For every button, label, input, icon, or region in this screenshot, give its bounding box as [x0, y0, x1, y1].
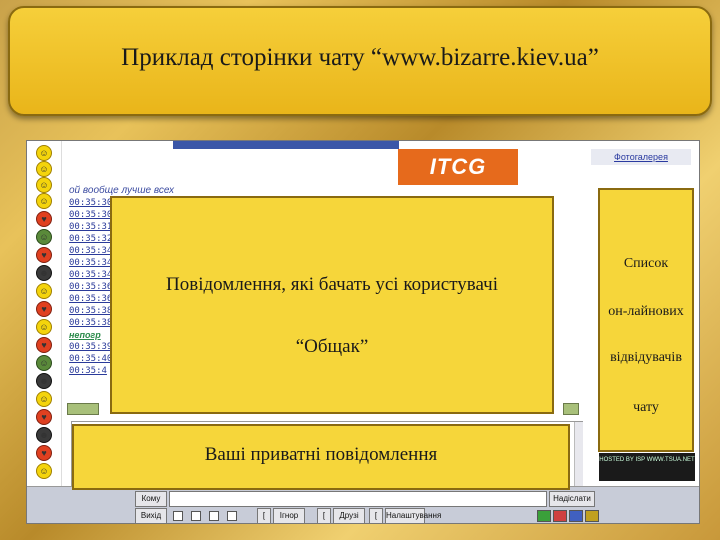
ad-banner[interactable] [67, 403, 99, 415]
itcg-logo[interactable]: ITCG [398, 149, 518, 185]
public-messages-label: Повідомлення, які бачать усі користувачі [166, 274, 498, 295]
timestamp[interactable]: 00:35:30 [69, 209, 112, 221]
format-button[interactable]: [ [369, 508, 383, 523]
option-checkbox[interactable] [209, 511, 219, 521]
online-users-callout: Список он-лайнових відвідувачів чату [598, 188, 694, 452]
smiley-icon[interactable]: ☺ [36, 161, 52, 177]
ignore-button[interactable]: Ігнор [273, 508, 305, 523]
timestamp[interactable]: 00:35:38 [69, 317, 112, 329]
top-banner-strip [173, 141, 399, 149]
color-swatch[interactable] [553, 510, 567, 522]
option-checkbox[interactable] [227, 511, 237, 521]
chat-nickname[interactable]: непогр [69, 329, 112, 341]
timestamp[interactable]: 00:35:31 [69, 221, 112, 233]
smiley-icon[interactable]: ☺ [36, 145, 52, 161]
option-checkbox[interactable] [191, 511, 201, 521]
timestamp[interactable]: 00:35:4 [69, 365, 112, 377]
slide-title: Приклад сторінки чату “www.bizarre.kiev.… [121, 44, 599, 71]
slide-title-banner: Приклад сторінки чату “www.bizarre.kiev.… [8, 6, 712, 116]
smiley-icon[interactable]: ♥ [36, 247, 52, 263]
timestamp[interactable]: 00:35:34 [69, 245, 112, 257]
exit-button[interactable]: Вихід [135, 508, 167, 523]
friends-button[interactable]: Друзі [333, 508, 365, 523]
format-button[interactable]: [ [257, 508, 271, 523]
timestamp[interactable]: 00:35:30 [69, 197, 112, 209]
online-list-line: відвідувачів [610, 350, 682, 365]
message-input[interactable] [169, 491, 547, 507]
timestamp[interactable]: 00:35:36 [69, 281, 112, 293]
smiley-icon[interactable]: ♥ [36, 211, 52, 227]
online-list-line: он-лайнових [608, 304, 684, 319]
color-swatch[interactable] [585, 510, 599, 522]
smiley-icon[interactable]: ♥ [36, 301, 52, 317]
smiley-icon[interactable]: ♥ [36, 445, 52, 461]
private-messages-callout: Ваші приватні повідомлення [72, 424, 570, 490]
format-button[interactable]: [ [317, 508, 331, 523]
smiley-icon[interactable]: ♥ [36, 409, 52, 425]
public-messages-callout: Повідомлення, які бачать усі користувачі… [110, 196, 554, 414]
smiley-icon[interactable]: ☻ [36, 265, 52, 281]
private-scrollbar[interactable] [574, 422, 583, 486]
timestamp[interactable]: 00:35:34 [69, 269, 112, 281]
to-recipient-button[interactable]: Кому [135, 491, 167, 507]
timestamp[interactable]: 00:35:40 [69, 353, 112, 365]
timestamp[interactable]: 00:35:36 [69, 293, 112, 305]
chat-message: ой вообще лучше всех [69, 185, 174, 196]
timestamp[interactable]: 00:35:32 [69, 233, 112, 245]
send-button[interactable]: Надіслати [549, 491, 595, 507]
smiley-icon[interactable]: ☺ [36, 355, 52, 371]
smiley-panel: ☺ ☺ ☺ ☺ ♥ ☺ ♥ ☻ ☺ ♥ ☺ ♥ ☺ ☻ ☺ ♥ ☻ ♥ ☺ [27, 141, 62, 486]
timestamp[interactable]: 00:35:38 [69, 305, 112, 317]
smiley-icon[interactable]: ☻ [36, 373, 52, 389]
online-list-line: чату [633, 400, 659, 415]
smiley-icon[interactable]: ☺ [36, 229, 52, 245]
smiley-icon[interactable]: ☺ [36, 177, 52, 193]
common-chat-label: “Общак” [295, 336, 369, 357]
photo-gallery-link[interactable]: Фотогалерея [591, 149, 691, 165]
private-messages-label: Ваші приватні повідомлення [204, 444, 438, 465]
bottom-toolbar: Кому Надіслати Вихід [ Ігнор [ Друзі [ Н… [27, 486, 699, 523]
smiley-icon[interactable]: ☺ [36, 391, 52, 407]
smiley-icon[interactable]: ☺ [36, 319, 52, 335]
timestamp[interactable]: 00:35:34 [69, 257, 112, 269]
option-checkbox[interactable] [173, 511, 183, 521]
settings-button[interactable]: Налаштування [385, 508, 441, 523]
timestamp-list: 00:35:30 00:35:30 00:35:31 00:35:32 00:3… [69, 197, 112, 377]
online-list-line: Список [623, 256, 669, 271]
smiley-icon[interactable]: ☺ [36, 463, 52, 479]
color-swatch[interactable] [537, 510, 551, 522]
smiley-icon[interactable]: ♥ [36, 337, 52, 353]
hosted-by-logo[interactable]: HOSTED BY ISP WWW.TSUA.NET [599, 453, 695, 481]
color-swatch[interactable] [569, 510, 583, 522]
timestamp[interactable]: 00:35:39 [69, 341, 112, 353]
ad-banner[interactable] [563, 403, 579, 415]
smiley-icon[interactable]: ☻ [36, 427, 52, 443]
smiley-icon[interactable]: ☺ [36, 193, 52, 209]
smiley-icon[interactable]: ☺ [36, 283, 52, 299]
